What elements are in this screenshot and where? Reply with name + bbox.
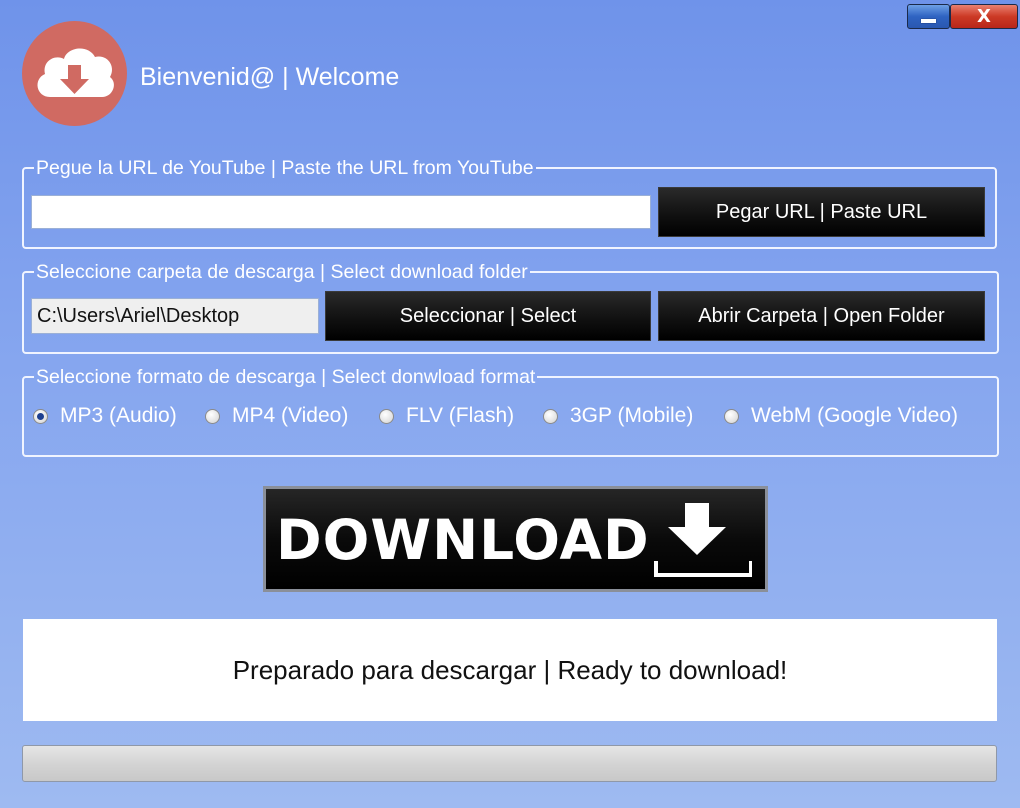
format-option-label: FLV (Flash) xyxy=(406,404,515,427)
welcome-title: Bienvenid@ | Welcome xyxy=(140,63,400,91)
download-label: DOWNLOAD xyxy=(276,508,650,572)
format-option-label: MP3 (Audio) xyxy=(60,404,177,427)
open-folder-button[interactable]: Abrir Carpeta | Open Folder xyxy=(658,291,985,341)
radio-icon xyxy=(379,408,394,424)
folder-path-field[interactable] xyxy=(31,298,319,334)
cloud-download-icon xyxy=(22,21,127,126)
format-group-legend: Seleccione formato de descarga | Select … xyxy=(36,366,536,388)
format-option-mp3[interactable]: MP3 (Audio) xyxy=(33,404,177,428)
format-option-label: WebM (Google Video) xyxy=(751,404,958,427)
minimize-button[interactable] xyxy=(907,4,950,29)
format-option-label: MP4 (Video) xyxy=(232,404,349,427)
progress-bar xyxy=(22,745,997,782)
folder-group-legend: Seleccione carpeta de descarga | Select … xyxy=(36,261,528,283)
format-option-flv[interactable]: FLV (Flash) xyxy=(379,404,514,428)
format-option-mp4[interactable]: MP4 (Video) xyxy=(205,404,348,428)
select-folder-button[interactable]: Seleccionar | Select xyxy=(325,291,651,341)
radio-icon xyxy=(33,408,48,424)
status-panel: Preparado para descargar | Ready to down… xyxy=(23,619,997,721)
download-arrow-icon xyxy=(654,503,752,577)
radio-icon xyxy=(724,408,739,424)
close-button[interactable]: X xyxy=(950,4,1018,29)
format-option-label: 3GP (Mobile) xyxy=(570,404,694,427)
close-icon: X xyxy=(977,6,991,27)
app-window: X Bienvenid@ | Welcome Pegue la URL de Y… xyxy=(0,0,1020,808)
download-button[interactable]: DOWNLOAD xyxy=(263,486,768,592)
radio-icon xyxy=(543,408,558,424)
format-option-webm[interactable]: WebM (Google Video) xyxy=(724,404,958,428)
url-group-legend: Pegue la URL de YouTube | Paste the URL … xyxy=(36,157,534,179)
status-text: Preparado para descargar | Ready to down… xyxy=(232,654,788,685)
radio-icon xyxy=(205,408,220,424)
minimize-icon xyxy=(921,19,936,23)
paste-url-button[interactable]: Pegar URL | Paste URL xyxy=(658,187,985,237)
format-option-3gp[interactable]: 3GP (Mobile) xyxy=(543,404,693,428)
url-input[interactable] xyxy=(31,195,651,229)
